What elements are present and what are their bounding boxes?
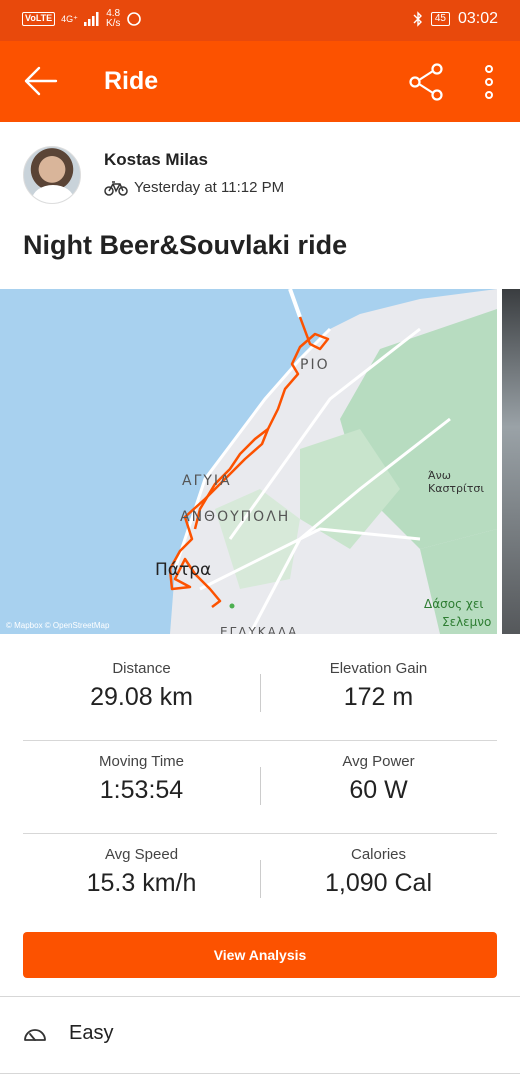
map-label-agyia: ΑΓΥΙΑ — [182, 473, 232, 489]
stat-distance: Distance 29.08 km — [23, 660, 260, 712]
speed-unit: K/s — [105, 18, 121, 29]
map-label-ano-kastritsi: Άνω Καστρίτσι — [428, 469, 485, 495]
stats-row: Moving Time 1:53:54 Avg Power 60 W — [23, 741, 497, 834]
stat-value: 15.3 km/h — [86, 869, 197, 897]
stat-elevation-gain: Elevation Gain 172 m — [260, 660, 497, 712]
bluetooth-icon — [413, 11, 422, 27]
stat-avg-speed: Avg Speed 15.3 km/h — [23, 846, 260, 898]
map-label-dasos: Δάσος χει — [424, 597, 484, 611]
stats-grid: Distance 29.08 km Elevation Gain 172 m M… — [23, 648, 497, 927]
stat-label: Elevation Gain — [329, 660, 428, 677]
map-canvas — [168, 289, 497, 634]
activity-title: Night Beer&Souvlaki ride — [23, 230, 348, 260]
arrow-left-icon[interactable] — [22, 65, 58, 97]
effort-label: Easy — [69, 1022, 114, 1044]
status-right: 45 03:02 — [413, 10, 498, 28]
stat-value: 60 W — [349, 776, 408, 804]
map-label-selemno: Σελεμνο — [442, 615, 492, 629]
route-map[interactable]: ΡΙΟ ΑΓΥΙΑ ΑΝΘΟΥΠΟΛΗ Πάτρα Άνω Καστρίτσι … — [0, 289, 497, 634]
network-speed: 4.8 K/s — [106, 9, 120, 29]
stat-avg-power: Avg Power 60 W — [260, 753, 497, 805]
view-analysis-button[interactable]: View Analysis — [23, 932, 497, 978]
section-divider — [0, 1073, 520, 1074]
stat-label: Moving Time — [98, 753, 185, 770]
status-bar: VoLTE 4G⁺ 4.8 K/s 45 03:02 — [0, 0, 520, 41]
stat-value: 1:53:54 — [99, 776, 184, 804]
stat-label: Avg Power — [342, 753, 415, 770]
page-title: Ride — [104, 67, 159, 95]
stat-moving-time: Moving Time 1:53:54 — [23, 753, 260, 805]
bicycle-icon — [104, 180, 128, 196]
volte-badge: VoLTE — [22, 12, 56, 26]
more-vert-icon[interactable] — [480, 65, 498, 99]
activity-timestamp: Yesterday at 11:12 PM — [134, 179, 285, 196]
stat-calories: Calories 1,090 Cal — [260, 846, 497, 898]
stat-value: 29.08 km — [90, 683, 193, 711]
status-left: VoLTE 4G⁺ 4.8 K/s — [22, 9, 142, 29]
avatar-shirt — [32, 185, 74, 203]
map-label-eglykada: ΕΓΛΥΚΑΔΑ — [220, 625, 299, 634]
stat-value: 172 m — [343, 683, 414, 711]
stat-label: Calories — [350, 846, 407, 863]
stats-row: Distance 29.08 km Elevation Gain 172 m — [23, 648, 497, 741]
network-type: 4G⁺ — [61, 13, 78, 24]
map-attribution[interactable]: © Mapbox © OpenStreetMap — [6, 621, 109, 630]
signal-icon — [83, 12, 99, 26]
athlete-name[interactable]: Kostas Milas — [104, 150, 208, 170]
activity-photo-peek[interactable] — [502, 289, 520, 634]
stats-row: Avg Speed 15.3 km/h Calories 1,090 Cal — [23, 834, 497, 927]
stat-label: Avg Speed — [104, 846, 179, 863]
perceived-effort-row[interactable]: Easy — [23, 1022, 113, 1045]
map-label-rio: ΡΙΟ — [300, 357, 330, 373]
clock: 03:02 — [457, 10, 498, 27]
app-bar: Ride — [0, 41, 520, 122]
map-label-anthoupoli: ΑΝΘΟΥΠΟΛΗ — [180, 509, 291, 525]
map-label-patra: Πάτρα — [155, 560, 212, 580]
battery-icon: 45 — [430, 12, 450, 26]
stat-label: Distance — [112, 660, 171, 677]
activity-meta: Yesterday at 11:12 PM — [104, 179, 284, 196]
sync-icon — [127, 12, 142, 26]
gauge-icon — [24, 1028, 46, 1041]
battery-level: 45 — [434, 13, 446, 24]
avatar[interactable] — [23, 146, 81, 204]
section-divider — [0, 996, 520, 997]
stat-value: 1,090 Cal — [324, 869, 433, 897]
share-icon[interactable] — [408, 63, 446, 101]
